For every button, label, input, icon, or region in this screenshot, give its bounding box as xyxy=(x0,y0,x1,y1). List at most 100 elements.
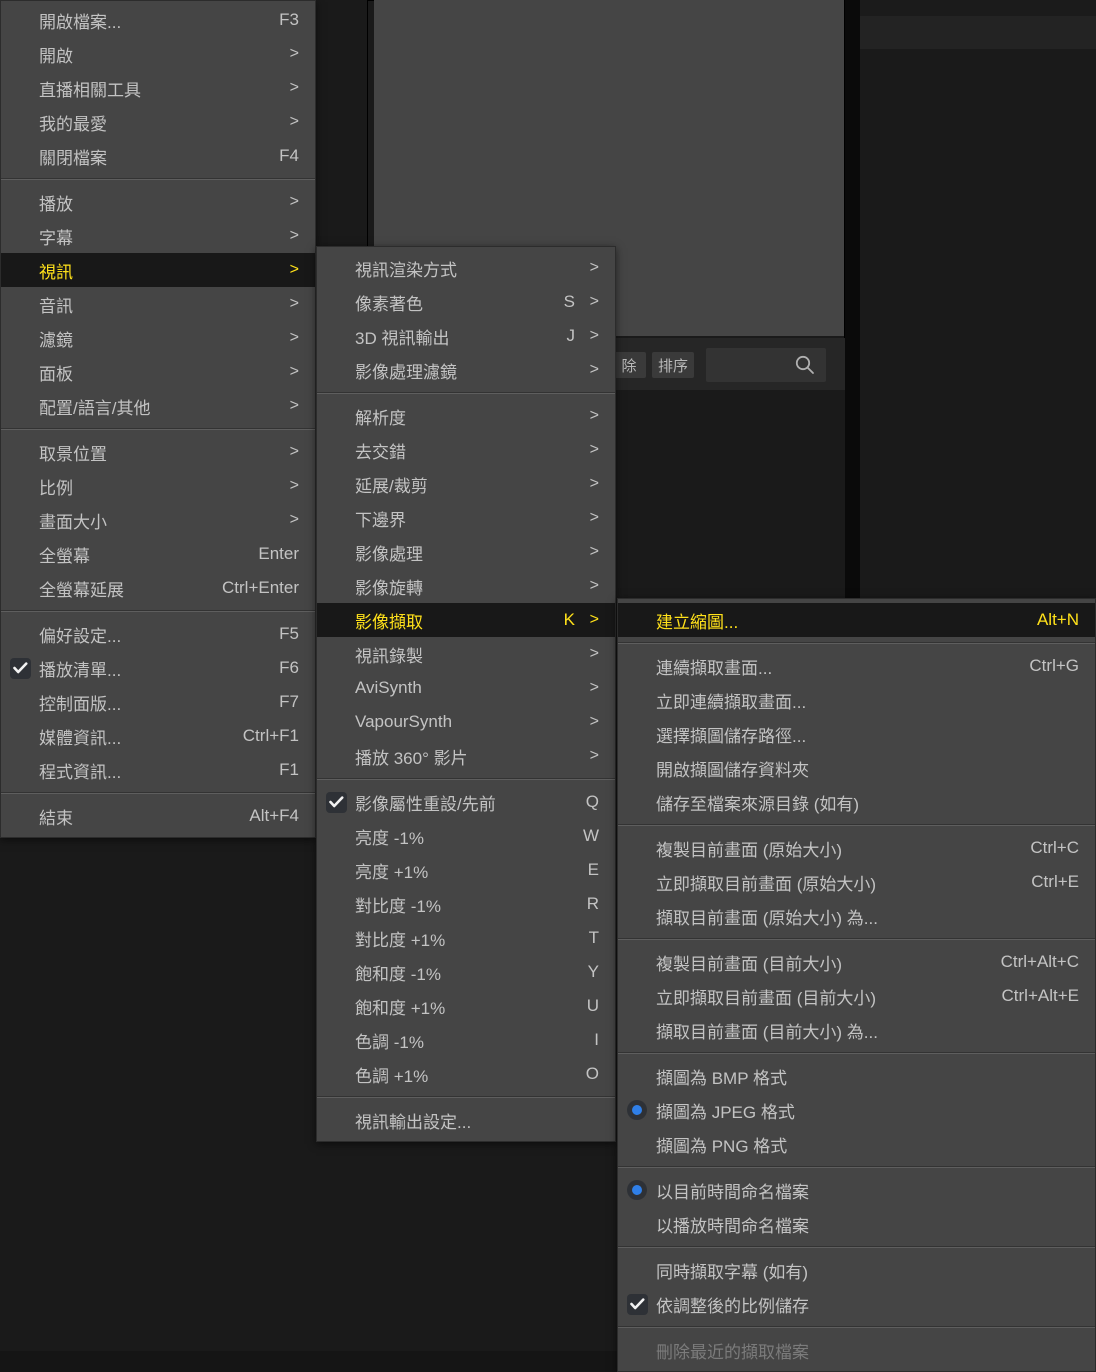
menu-item-影像旋轉[interactable]: 影像旋轉 > xyxy=(317,569,615,603)
menu-item-對比度-1[interactable]: 對比度 -1% R xyxy=(317,887,615,921)
menu-item-label: 以目前時間命名檔案 xyxy=(656,1182,809,1202)
menu-item-擷取目前畫面-原始大小-為[interactable]: 擷取目前畫面 (原始大小) 為... xyxy=(618,899,1095,933)
menu-item-亮度-1[interactable]: 亮度 +1% E xyxy=(317,853,615,887)
menu-item-畫面大小[interactable]: 畫面大小 > xyxy=(1,503,315,537)
menu-item-媒體資訊[interactable]: 媒體資訊... Ctrl+F1 xyxy=(1,719,315,753)
menu-item-label: VapourSynth xyxy=(355,712,453,731)
menu-item-結束[interactable]: 結束 Alt+F4 xyxy=(1,799,315,833)
menu-item-字幕[interactable]: 字幕 > xyxy=(1,219,315,253)
playlist-search-box[interactable] xyxy=(706,348,826,382)
menu-item-關閉檔案[interactable]: 關閉檔案 F4 xyxy=(1,139,315,173)
menu-item-shortcut: F6 xyxy=(279,658,299,677)
menu-item-偏好設定[interactable]: 偏好設定... F5 xyxy=(1,617,315,651)
image-capture-submenu[interactable]: 建立縮圖... Alt+N 連續擷取畫面... Ctrl+G 立即連續擷取畫面... 選擇… xyxy=(617,598,1096,1372)
menu-item-立即擷取目前畫面-原始大小[interactable]: 立即擷取目前畫面 (原始大小) Ctrl+E xyxy=(618,865,1095,899)
menu-item-shortcut: Ctrl+C xyxy=(1030,838,1079,857)
menu-item-開啟檔案[interactable]: 開啟檔案... F3 xyxy=(1,3,315,37)
menu-item-label: 複製目前畫面 (目前大小) xyxy=(656,954,843,974)
menu-item-shortcut: O xyxy=(585,1064,599,1083)
menu-item-avisynth[interactable]: AviSynth > xyxy=(317,671,615,705)
menu-item-像素著色[interactable]: 像素著色 S > xyxy=(317,285,615,319)
menu-item-label: 延展/裁剪 xyxy=(355,476,428,496)
menu-item-複製目前畫面-原始大小[interactable]: 複製目前畫面 (原始大小) Ctrl+C xyxy=(618,831,1095,865)
menu-item-比例[interactable]: 比例 > xyxy=(1,469,315,503)
menu-item-面板[interactable]: 面板 > xyxy=(1,355,315,389)
menu-item-開啟[interactable]: 開啟 > xyxy=(1,37,315,71)
menu-item-label: 選擇擷圖儲存路徑... xyxy=(656,726,807,746)
menu-item-飽和度-1[interactable]: 飽和度 +1% U xyxy=(317,989,615,1023)
menu-item-複製目前畫面-目前大小[interactable]: 複製目前畫面 (目前大小) Ctrl+Alt+C xyxy=(618,945,1095,979)
menu-item-程式資訊[interactable]: 程式資訊... F1 xyxy=(1,753,315,787)
menu-item-開啟擷圖儲存資料夾[interactable]: 開啟擷圖儲存資料夾 xyxy=(618,751,1095,785)
menu-item-直播相關工具[interactable]: 直播相關工具 > xyxy=(1,71,315,105)
menu-item-播放清單[interactable]: 播放清單... F6 xyxy=(1,651,315,685)
menu-item-立即連續擷取畫面[interactable]: 立即連續擷取畫面... xyxy=(618,683,1095,717)
menu-separator xyxy=(618,1052,1095,1054)
chevron-right-icon: > xyxy=(589,679,599,696)
playlist-delete-button[interactable]: 除 xyxy=(612,352,646,378)
menu-item-影像擷取[interactable]: 影像擷取 K > xyxy=(317,603,615,637)
menu-item-視訊輸出設定[interactable]: 視訊輸出設定... xyxy=(317,1103,615,1137)
menu-item-色調-1[interactable]: 色調 -1% I xyxy=(317,1023,615,1057)
menu-item-全螢幕[interactable]: 全螢幕 Enter xyxy=(1,537,315,571)
menu-item-視訊[interactable]: 視訊 > xyxy=(1,253,315,287)
menu-item-影像處理[interactable]: 影像處理 > xyxy=(317,535,615,569)
menu-item-label: 我的最愛 xyxy=(39,114,107,134)
menu-item-vapoursynth[interactable]: VapourSynth > xyxy=(317,705,615,739)
menu-item-建立縮圖[interactable]: 建立縮圖... Alt+N xyxy=(618,603,1095,637)
chevron-right-icon: > xyxy=(289,261,299,278)
menu-item-視訊渲染方式[interactable]: 視訊渲染方式 > xyxy=(317,251,615,285)
menu-item-視訊錄製[interactable]: 視訊錄製 > xyxy=(317,637,615,671)
playlist-sort-button[interactable]: 排序 xyxy=(652,352,694,378)
video-submenu[interactable]: 視訊渲染方式 > 像素著色 S >3D 視訊輸出 J > 影像處理濾鏡 > 解析度 > 去交錯 > 延展/… xyxy=(316,246,616,1142)
menu-item-延展-裁剪[interactable]: 延展/裁剪 > xyxy=(317,467,615,501)
menu-item-影像處理濾鏡[interactable]: 影像處理濾鏡 > xyxy=(317,353,615,387)
menu-item-label: 下邊界 xyxy=(355,510,406,530)
menu-item-依調整後的比例儲存[interactable]: 依調整後的比例儲存 xyxy=(618,1287,1095,1321)
menu-item-擷圖為-bmp-格式[interactable]: 擷圖為 BMP 格式 xyxy=(618,1059,1095,1093)
menu-item-label: 關閉檔案 xyxy=(39,148,107,168)
menu-item-影像屬性重設-先前[interactable]: 影像屬性重設/先前 Q xyxy=(317,785,615,819)
menu-item-shortcut: F7 xyxy=(279,692,299,711)
menu-item-label: 全螢幕 xyxy=(39,546,90,566)
menu-item-取景位置[interactable]: 取景位置 > xyxy=(1,435,315,469)
menu-item-選擇擷圖儲存路徑[interactable]: 選擇擷圖儲存路徑... xyxy=(618,717,1095,751)
menu-item-播放-360-影片[interactable]: 播放 360° 影片 > xyxy=(317,739,615,773)
menu-item-shortcut: J xyxy=(566,326,576,345)
menu-item-擷圖為-png-格式[interactable]: 擷圖為 PNG 格式 xyxy=(618,1127,1095,1161)
menu-item-shortcut: Ctrl+Alt+C xyxy=(1000,952,1079,971)
menu-item-label: 視訊錄製 xyxy=(355,646,423,666)
menu-item-shortcut: F1 xyxy=(279,760,299,779)
menu-item-全螢幕延展[interactable]: 全螢幕延展 Ctrl+Enter xyxy=(1,571,315,605)
menu-item-3d-視訊輸出[interactable]: 3D 視訊輸出 J > xyxy=(317,319,615,353)
menu-item-label: 全螢幕延展 xyxy=(39,580,124,600)
menu-item-音訊[interactable]: 音訊 > xyxy=(1,287,315,321)
menu-item-同時擷取字幕-如有[interactable]: 同時擷取字幕 (如有) xyxy=(618,1253,1095,1287)
menu-item-儲存至檔案來源目錄-如有[interactable]: 儲存至檔案來源目錄 (如有) xyxy=(618,785,1095,819)
menu-item-控制面版[interactable]: 控制面版... F7 xyxy=(1,685,315,719)
menu-item-亮度-1[interactable]: 亮度 -1% W xyxy=(317,819,615,853)
menu-item-下邊界[interactable]: 下邊界 > xyxy=(317,501,615,535)
menu-item-濾鏡[interactable]: 濾鏡 > xyxy=(1,321,315,355)
menu-item-連續擷取畫面[interactable]: 連續擷取畫面... Ctrl+G xyxy=(618,649,1095,683)
main-context-menu[interactable]: 開啟檔案... F3 開啟 > 直播相關工具 > 我的最愛 > 關閉檔案 F4 播放 > 字幕 > 視訊 > 音… xyxy=(0,0,316,838)
menu-item-配置-語言-其他[interactable]: 配置/語言/其他 > xyxy=(1,389,315,423)
menu-item-飽和度-1[interactable]: 飽和度 -1% Y xyxy=(317,955,615,989)
menu-item-立即擷取目前畫面-目前大小[interactable]: 立即擷取目前畫面 (目前大小) Ctrl+Alt+E xyxy=(618,979,1095,1013)
menu-item-我的最愛[interactable]: 我的最愛 > xyxy=(1,105,315,139)
menu-item-播放[interactable]: 播放 > xyxy=(1,185,315,219)
checkmark-icon xyxy=(9,657,31,679)
menu-item-以目前時間命名檔案[interactable]: 以目前時間命名檔案 xyxy=(618,1173,1095,1207)
menu-separator xyxy=(1,178,315,180)
menu-item-解析度[interactable]: 解析度 > xyxy=(317,399,615,433)
menu-item-label: 控制面版... xyxy=(39,694,122,714)
menu-item-以播放時間命名檔案[interactable]: 以播放時間命名檔案 xyxy=(618,1207,1095,1241)
menu-item-label: 去交錯 xyxy=(355,442,406,462)
menu-item-對比度-1[interactable]: 對比度 +1% T xyxy=(317,921,615,955)
menu-item-擷取目前畫面-目前大小-為[interactable]: 擷取目前畫面 (目前大小) 為... xyxy=(618,1013,1095,1047)
chevron-right-icon: > xyxy=(289,511,299,528)
menu-item-色調-1[interactable]: 色調 +1% O xyxy=(317,1057,615,1091)
menu-item-shortcut: Ctrl+F1 xyxy=(242,726,299,745)
menu-item-擷圖為-jpeg-格式[interactable]: 擷圖為 JPEG 格式 xyxy=(618,1093,1095,1127)
menu-item-去交錯[interactable]: 去交錯 > xyxy=(317,433,615,467)
